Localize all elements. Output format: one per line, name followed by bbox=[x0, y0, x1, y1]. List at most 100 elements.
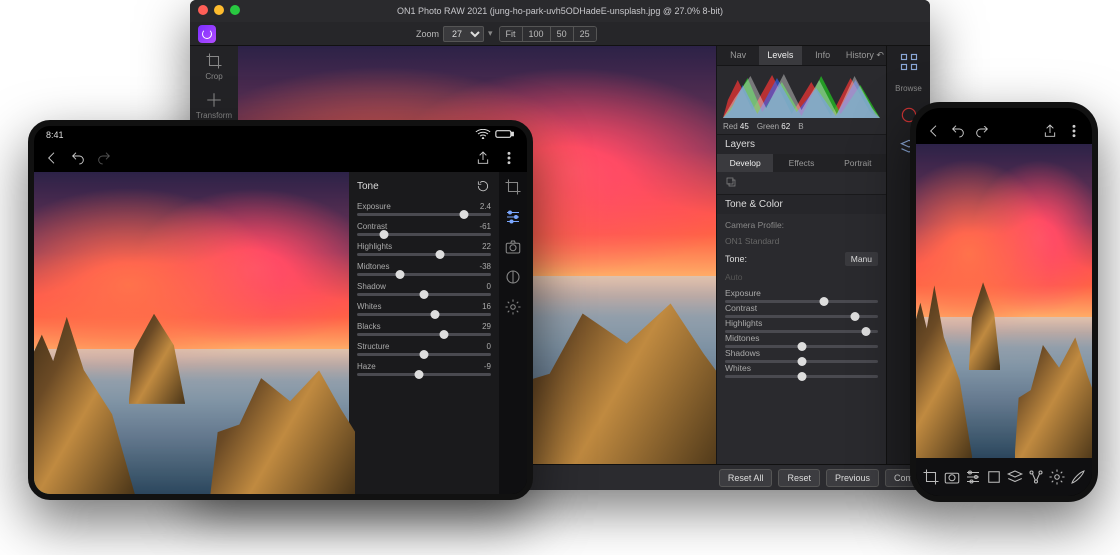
reset-button[interactable]: Reset bbox=[778, 469, 820, 487]
zoom-50-button[interactable]: 50 bbox=[551, 27, 574, 41]
tab-nav[interactable]: Nav bbox=[717, 46, 759, 65]
slider-thumb-icon[interactable] bbox=[797, 357, 806, 366]
slider-highlights[interactable]: Highlights22 bbox=[357, 242, 491, 256]
minimize-icon[interactable] bbox=[214, 5, 224, 15]
slider-contrast[interactable]: Contrast bbox=[725, 303, 878, 318]
tune-icon[interactable] bbox=[964, 468, 982, 486]
adjust-icon[interactable] bbox=[504, 268, 522, 286]
more-icon[interactable] bbox=[501, 150, 517, 166]
slider-value: 16 bbox=[482, 302, 491, 311]
redo-icon[interactable] bbox=[96, 150, 112, 166]
slider-track[interactable] bbox=[357, 353, 491, 356]
slider-thumb-icon[interactable] bbox=[851, 312, 860, 321]
slider-thumb-icon[interactable] bbox=[820, 297, 829, 306]
add-layer-button[interactable] bbox=[717, 172, 886, 194]
reset-icon[interactable] bbox=[475, 178, 491, 194]
tab-history[interactable]: History ↶ bbox=[844, 46, 886, 65]
tab-effects[interactable]: Effects bbox=[773, 154, 829, 172]
slider-midtones[interactable]: Midtones bbox=[725, 333, 878, 348]
crop-icon[interactable] bbox=[504, 178, 522, 196]
tab-develop[interactable]: Develop bbox=[717, 154, 773, 172]
tab-portrait[interactable]: Portrait bbox=[830, 154, 886, 172]
tone-manual-button[interactable]: Manu bbox=[845, 252, 878, 266]
slider-whites[interactable]: Whites16 bbox=[357, 302, 491, 316]
zoom-dropdown-icon[interactable]: ▾ bbox=[488, 28, 493, 39]
reset-all-button[interactable]: Reset All bbox=[719, 469, 773, 487]
slider-track[interactable] bbox=[357, 233, 491, 236]
zoom-fit-button[interactable]: Fit bbox=[500, 27, 523, 41]
slider-track[interactable] bbox=[725, 300, 878, 303]
previous-button[interactable]: Previous bbox=[826, 469, 879, 487]
maximize-icon[interactable] bbox=[230, 5, 240, 15]
zoom-25-button[interactable]: 25 bbox=[574, 27, 596, 41]
slider-track[interactable] bbox=[725, 330, 878, 333]
slider-track[interactable] bbox=[357, 333, 491, 336]
slider-thumb-icon[interactable] bbox=[440, 330, 449, 339]
slider-shadow[interactable]: Shadow0 bbox=[357, 282, 491, 296]
tablet-panel-title: Tone bbox=[357, 181, 379, 192]
crop-tool[interactable]: Crop bbox=[205, 52, 223, 81]
brush-icon[interactable] bbox=[1069, 468, 1087, 486]
tab-levels[interactable]: Levels bbox=[759, 46, 801, 65]
slider-thumb-icon[interactable] bbox=[430, 310, 439, 319]
zoom-select[interactable]: 27 bbox=[443, 26, 484, 42]
square-icon[interactable] bbox=[985, 468, 1003, 486]
slider-value: 22 bbox=[482, 242, 491, 251]
slider-thumb-icon[interactable] bbox=[379, 230, 388, 239]
settings-icon[interactable] bbox=[504, 298, 522, 316]
slider-label: Structure bbox=[357, 342, 389, 351]
tablet-canvas[interactable] bbox=[34, 172, 349, 494]
slider-blacks[interactable]: Blacks29 bbox=[357, 322, 491, 336]
crop-icon[interactable] bbox=[922, 468, 940, 486]
gear-icon[interactable] bbox=[1048, 468, 1066, 486]
more-icon[interactable] bbox=[1066, 123, 1082, 139]
slider-track[interactable] bbox=[357, 213, 491, 216]
slider-thumb-icon[interactable] bbox=[797, 372, 806, 381]
share-icon[interactable] bbox=[475, 150, 491, 166]
slider-exposure[interactable]: Exposure2.4 bbox=[357, 202, 491, 216]
back-icon[interactable] bbox=[926, 123, 942, 139]
slider-track[interactable] bbox=[725, 360, 878, 363]
undo-icon[interactable] bbox=[70, 150, 86, 166]
share-icon[interactable] bbox=[1042, 123, 1058, 139]
zoom-label: Zoom bbox=[416, 29, 439, 39]
close-icon[interactable] bbox=[198, 5, 208, 15]
browse-icon[interactable] bbox=[899, 52, 919, 72]
slider-contrast[interactable]: Contrast-61 bbox=[357, 222, 491, 236]
auto-label: Auto bbox=[725, 272, 878, 282]
slider-track[interactable] bbox=[725, 315, 878, 318]
slider-label: Highlights bbox=[725, 318, 762, 328]
slider-track[interactable] bbox=[357, 313, 491, 316]
slider-thumb-icon[interactable] bbox=[797, 342, 806, 351]
camera-icon[interactable] bbox=[504, 238, 522, 256]
tablet-statusbar: 8:41 bbox=[34, 126, 527, 144]
slider-track[interactable] bbox=[357, 293, 491, 296]
slider-thumb-icon[interactable] bbox=[420, 290, 429, 299]
slider-thumb-icon[interactable] bbox=[436, 250, 445, 259]
slider-track[interactable] bbox=[357, 273, 491, 276]
tab-info[interactable]: Info bbox=[802, 46, 844, 65]
slider-value: -38 bbox=[479, 262, 491, 271]
transform-tool[interactable]: Transform bbox=[196, 91, 232, 120]
slider-thumb-icon[interactable] bbox=[861, 327, 870, 336]
slider-track[interactable] bbox=[725, 375, 878, 378]
slider-structure[interactable]: Structure0 bbox=[357, 342, 491, 356]
slider-midtones[interactable]: Midtones-38 bbox=[357, 262, 491, 276]
slider-thumb-icon[interactable] bbox=[414, 370, 423, 379]
slider-haze[interactable]: Haze-9 bbox=[357, 362, 491, 376]
nodes-icon[interactable] bbox=[1027, 468, 1045, 486]
camera-icon[interactable] bbox=[943, 468, 961, 486]
slider-track[interactable] bbox=[725, 345, 878, 348]
slider-thumb-icon[interactable] bbox=[460, 210, 469, 219]
undo-icon[interactable] bbox=[950, 123, 966, 139]
tune-icon[interactable] bbox=[504, 208, 522, 226]
back-icon[interactable] bbox=[44, 150, 60, 166]
slider-thumb-icon[interactable] bbox=[420, 350, 429, 359]
slider-thumb-icon[interactable] bbox=[395, 270, 404, 279]
slider-exposure[interactable]: Exposure bbox=[725, 288, 878, 303]
zoom-100-button[interactable]: 100 bbox=[523, 27, 551, 41]
stack-icon[interactable] bbox=[1006, 468, 1024, 486]
slider-track[interactable] bbox=[357, 253, 491, 256]
slider-track[interactable] bbox=[357, 373, 491, 376]
phone-canvas[interactable] bbox=[916, 144, 1092, 458]
